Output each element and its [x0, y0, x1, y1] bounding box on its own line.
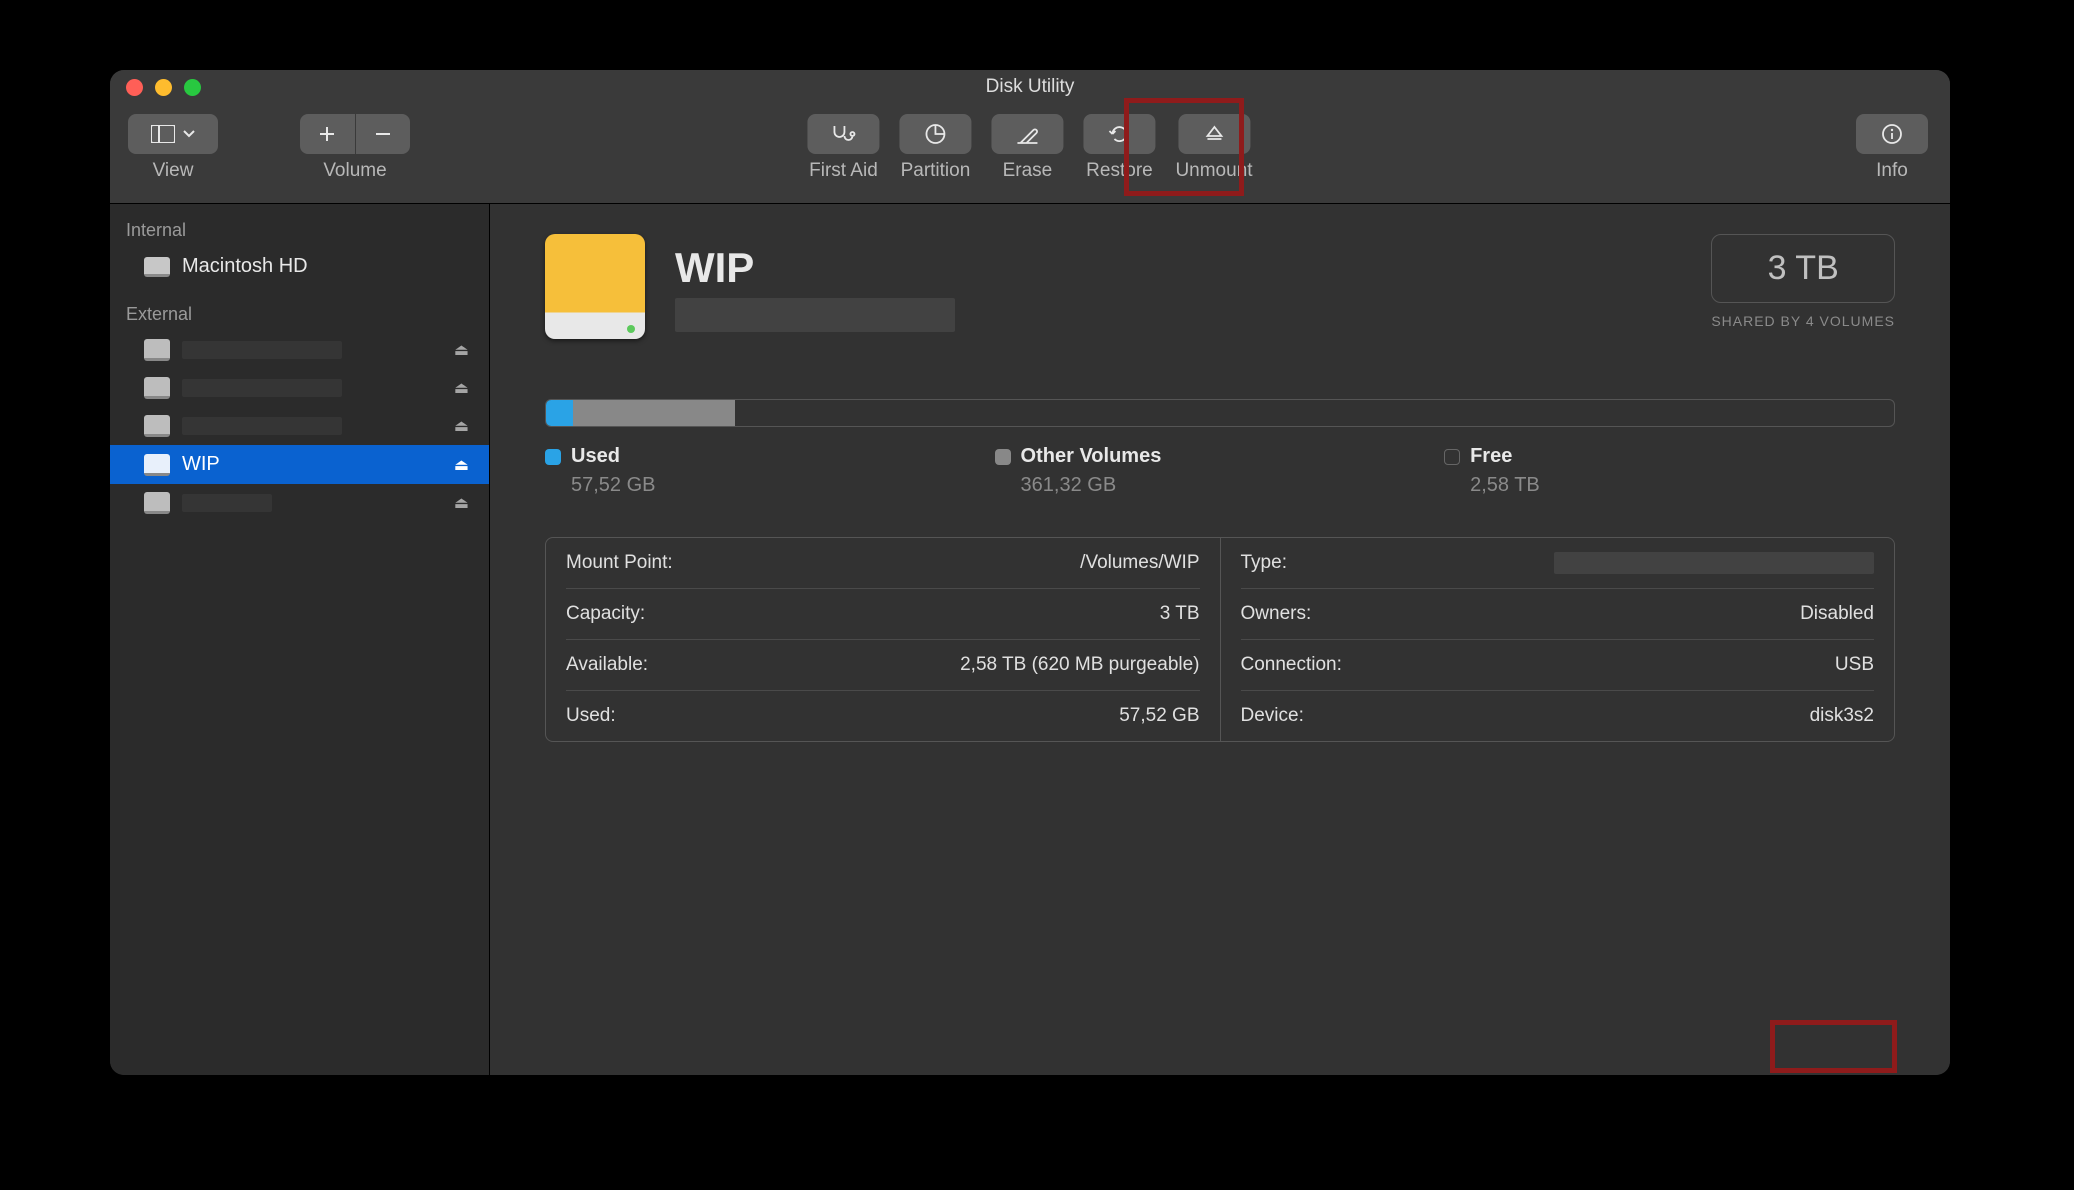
restore-button[interactable] [1083, 114, 1155, 154]
connection-value: USB [1835, 654, 1874, 676]
eject-icon[interactable]: ⏏ [454, 416, 469, 436]
disk-utility-window: Disk Utility View Volume [110, 70, 1950, 1075]
redacted-label [182, 417, 342, 435]
sidebar-item-external-0[interactable]: ⏏ [110, 331, 489, 369]
unmount-button[interactable] [1178, 114, 1250, 154]
type-label: Type: [1241, 552, 1287, 574]
owners-value: Disabled [1800, 603, 1874, 625]
connection-label: Connection: [1241, 654, 1342, 676]
device-label: Device: [1241, 705, 1304, 727]
usage-segment-used [546, 400, 573, 426]
sidebar-item-macintosh-hd[interactable]: Macintosh HD [110, 247, 489, 286]
view-button[interactable] [128, 114, 218, 154]
usage-segment-free [735, 400, 1894, 426]
volume-detail-pane: WIP 3 TB SHARED BY 4 VOLUMES Used 57,52 … [490, 204, 1950, 1075]
eject-icon[interactable]: ⏏ [454, 455, 469, 475]
view-label: View [153, 160, 194, 182]
available-label: Available: [566, 654, 648, 676]
legend-free-label: Free [1470, 445, 1512, 468]
legend-used-label: Used [571, 445, 620, 468]
sidebar-item-wip[interactable]: WIP ⏏ [110, 445, 489, 484]
external-disk-icon [144, 377, 170, 399]
first-aid-label: First Aid [809, 160, 878, 182]
plus-icon [318, 125, 336, 143]
type-value-redacted [1554, 552, 1874, 574]
eject-icon [1204, 124, 1224, 144]
usage-legend: Used 57,52 GB Other Volumes 361,32 GB Fr… [545, 445, 1895, 497]
capacity-badge: 3 TB [1711, 234, 1895, 303]
sidebar-item-label: WIP [182, 453, 220, 476]
partition-button[interactable] [899, 114, 971, 154]
partition-label: Partition [901, 160, 971, 182]
sidebar: Internal Macintosh HD External ⏏ ⏏ ⏏ [110, 204, 490, 1075]
restore-label: Restore [1086, 160, 1153, 182]
redacted-label [182, 341, 342, 359]
first-aid-button[interactable] [807, 114, 879, 154]
sidebar-header-internal: Internal [110, 214, 489, 247]
volume-segmented-control [300, 114, 410, 154]
external-disk-icon [144, 454, 170, 476]
info-button[interactable] [1856, 114, 1928, 154]
swatch-used [545, 449, 561, 465]
eject-icon[interactable]: ⏏ [454, 493, 469, 513]
legend-other-label: Other Volumes [1021, 445, 1162, 468]
erase-label: Erase [1003, 160, 1053, 182]
eject-icon[interactable]: ⏏ [454, 378, 469, 398]
volume-name: WIP [675, 244, 955, 292]
sidebar-item-external-1[interactable]: ⏏ [110, 369, 489, 407]
toolbar: View Volume First Aid [110, 104, 1950, 204]
swatch-free [1444, 449, 1460, 465]
sidebar-item-external-2[interactable]: ⏏ [110, 407, 489, 445]
erase-button[interactable] [991, 114, 1063, 154]
swatch-other [995, 449, 1011, 465]
usage-bar [545, 399, 1895, 427]
capacity-value: 3 TB [1160, 603, 1200, 625]
window-title: Disk Utility [110, 76, 1950, 98]
volume-icon [545, 234, 645, 339]
external-disk-icon [144, 492, 170, 514]
eject-icon[interactable]: ⏏ [454, 340, 469, 360]
external-disk-icon [144, 415, 170, 437]
volume-subtitle-redacted [675, 298, 955, 332]
volume-label: Volume [323, 160, 386, 182]
internal-disk-icon [144, 257, 170, 277]
annotation-highlight-device [1770, 1020, 1897, 1073]
external-disk-icon [144, 339, 170, 361]
owners-label: Owners: [1241, 603, 1312, 625]
remove-volume-button[interactable] [356, 114, 411, 154]
sidebar-item-external-4[interactable]: ⏏ [110, 484, 489, 522]
eraser-icon [1015, 124, 1039, 144]
legend-used-value: 57,52 GB [571, 474, 995, 497]
sidebar-item-label: Macintosh HD [182, 255, 308, 278]
usage-segment-other [573, 400, 735, 426]
stethoscope-icon [830, 124, 856, 144]
titlebar: Disk Utility [110, 70, 1950, 104]
shared-by-label: SHARED BY 4 VOLUMES [1711, 313, 1895, 329]
restore-icon [1108, 123, 1130, 145]
capacity-label: Capacity: [566, 603, 645, 625]
pie-icon [924, 123, 946, 145]
details-table: Mount Point: /Volumes/WIP Capacity: 3 TB A… [545, 537, 1895, 742]
used-label: Used: [566, 705, 616, 727]
available-value: 2,58 TB (620 MB purgeable) [960, 654, 1199, 676]
chevron-down-icon [183, 130, 195, 138]
device-value: disk3s2 [1810, 705, 1874, 727]
add-volume-button[interactable] [300, 114, 356, 154]
minus-icon [374, 125, 392, 143]
used-value: 57,52 GB [1119, 705, 1199, 727]
info-icon [1881, 123, 1903, 145]
unmount-label: Unmount [1175, 160, 1252, 182]
mount-point-value: /Volumes/WIP [1080, 552, 1199, 574]
info-label: Info [1876, 160, 1908, 182]
sidebar-header-external: External [110, 298, 489, 331]
legend-other-value: 361,32 GB [1021, 474, 1445, 497]
sidebar-icon [151, 125, 175, 143]
mount-point-label: Mount Point: [566, 552, 673, 574]
legend-free-value: 2,58 TB [1470, 474, 1894, 497]
redacted-label [182, 494, 272, 512]
redacted-label [182, 379, 342, 397]
